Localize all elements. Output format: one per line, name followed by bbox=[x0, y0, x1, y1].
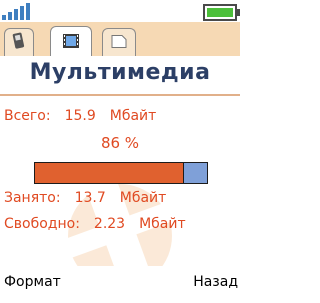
usage-percent: 86 % bbox=[100, 134, 140, 152]
used-row: Занято: 13.7 Мбайт bbox=[4, 190, 166, 206]
used-label: Занято: bbox=[4, 190, 61, 206]
total-value: 15.9 bbox=[64, 108, 96, 124]
battery-icon bbox=[203, 4, 240, 21]
free-row: Свободно: 2.23 Мбайт bbox=[4, 216, 186, 232]
tab-strip bbox=[0, 22, 240, 58]
memory-card-icon bbox=[111, 34, 127, 53]
memory-status-panel: Мультимедиа Всего: 15.9 Мбайт 86 % Занято:… bbox=[0, 56, 240, 266]
total-label: Всего: bbox=[4, 108, 51, 124]
status-bar bbox=[0, 0, 240, 22]
film-icon bbox=[62, 32, 80, 54]
softkey-bar: Формат Назад bbox=[0, 266, 240, 303]
free-value: 2.23 bbox=[93, 216, 126, 232]
used-value: 13.7 bbox=[74, 190, 106, 206]
total-row: Всего: 15.9 Мбайт bbox=[4, 108, 156, 124]
used-unit: Мбайт bbox=[119, 190, 167, 206]
total-unit: Мбайт bbox=[109, 108, 157, 124]
phone-icon bbox=[12, 32, 26, 54]
tab-phone[interactable] bbox=[4, 28, 34, 57]
memory-used-fill bbox=[35, 163, 184, 183]
format-softkey[interactable]: Формат bbox=[4, 274, 61, 290]
tab-memory-card[interactable] bbox=[102, 28, 136, 57]
signal-strength-icon bbox=[2, 2, 32, 20]
back-softkey[interactable]: Назад bbox=[193, 274, 238, 290]
tab-multimedia[interactable] bbox=[50, 26, 92, 58]
free-label: Свободно: bbox=[4, 216, 80, 232]
page-title: Мультимедиа bbox=[29, 60, 211, 85]
free-unit: Мбайт bbox=[139, 216, 186, 232]
memory-usage-bar bbox=[34, 162, 208, 184]
title-divider bbox=[0, 94, 240, 96]
